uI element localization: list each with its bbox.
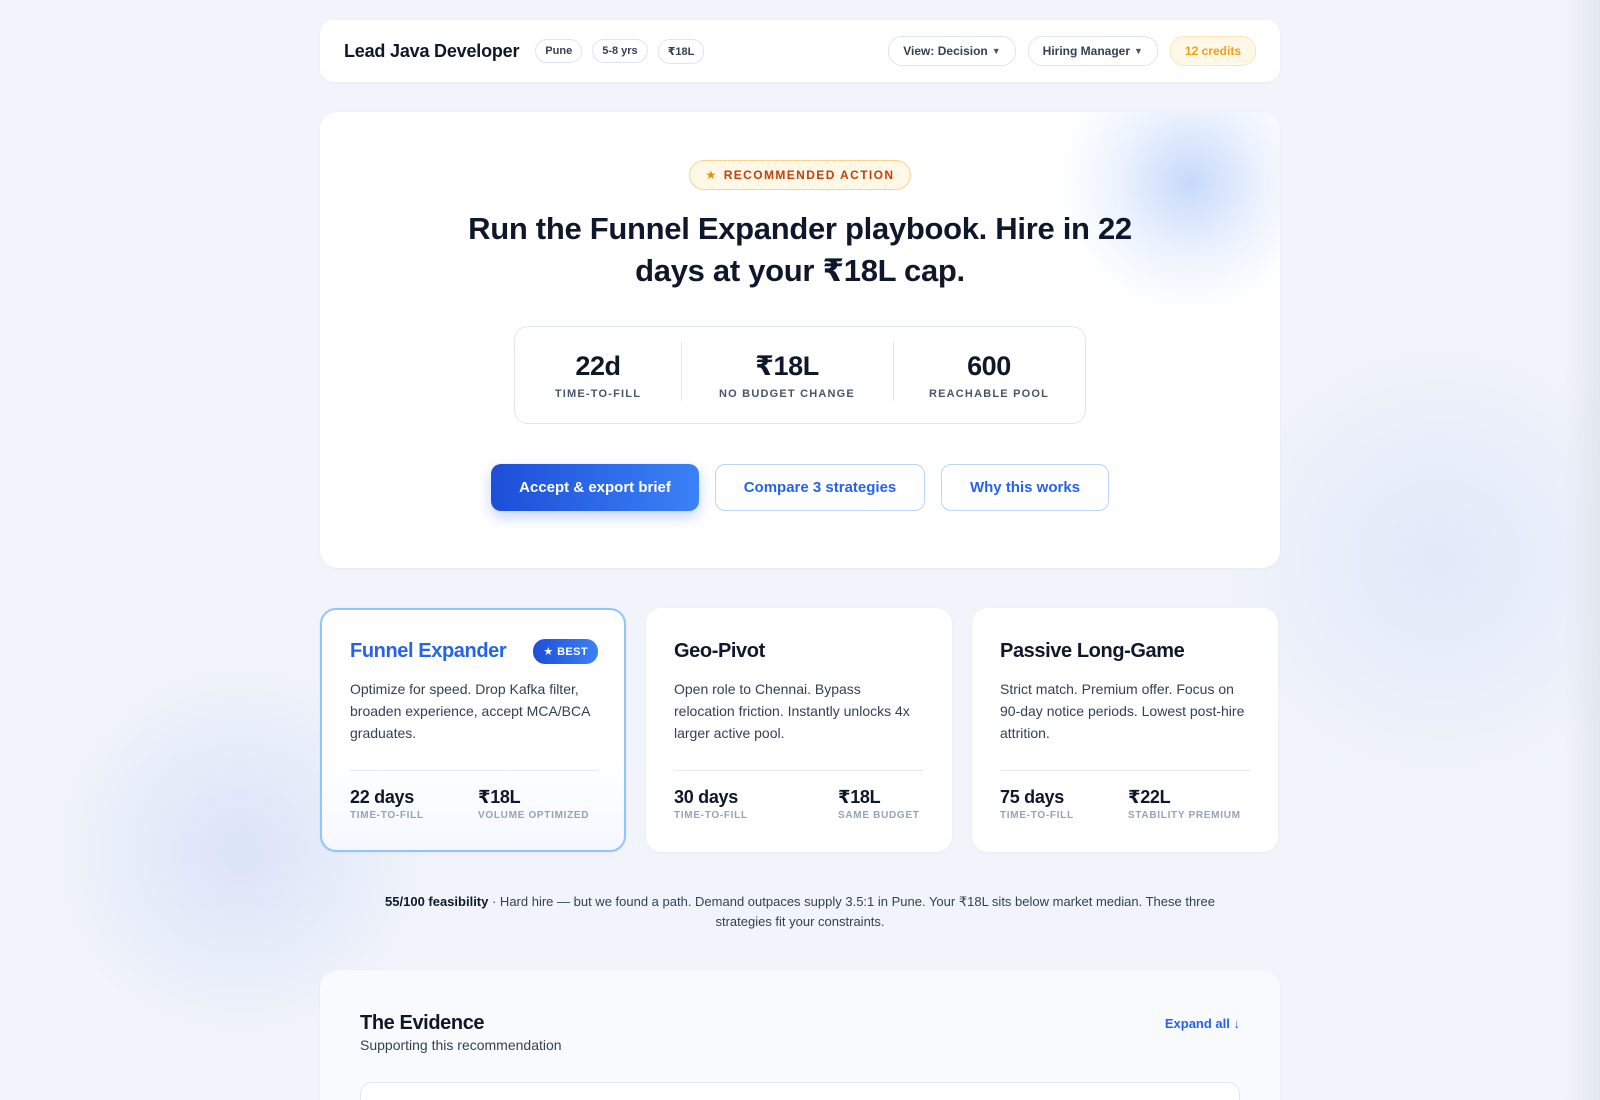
- star-icon: ★: [705, 168, 718, 182]
- stat-label: NO BUDGET CHANGE: [719, 387, 855, 400]
- key-stats: 22d TIME-TO-FILL ₹18L NO BUDGET CHANGE 6…: [514, 326, 1086, 424]
- recommendation-headline: Run the Funnel Expander playbook. Hire i…: [468, 211, 1132, 288]
- recommended-action-badge: ★ RECOMMENDED ACTION: [688, 160, 912, 190]
- job-title: Lead Java Developer: [344, 40, 520, 61]
- best-badge-label: BEST: [557, 645, 588, 658]
- metric-value: 30 days: [674, 787, 738, 807]
- scrollbar-shadow: [1564, 0, 1600, 1100]
- strategy-card-passive-long-game[interactable]: Passive Long-Game Strict match. Premium …: [972, 608, 1278, 852]
- strategy-card-geo-pivot[interactable]: Geo-Pivot Open role to Chennai. Bypass r…: [646, 608, 952, 852]
- recommendation-hero: ★ RECOMMENDED ACTION Run the Funnel Expa…: [320, 112, 1280, 568]
- view-dropdown[interactable]: View: Decision ▼: [888, 36, 1016, 66]
- divider: [1000, 770, 1250, 771]
- divider: [674, 770, 924, 771]
- metric-value: ₹18L: [838, 787, 881, 807]
- feasibility-score: 55/100 feasibility: [385, 894, 489, 909]
- top-bar: Lead Java Developer Pune 5-8 yrs ₹18L Vi…: [320, 20, 1280, 82]
- stat-value: ₹18L: [755, 350, 819, 381]
- stat-value: 600: [967, 350, 1011, 381]
- strategy-title: Geo-Pivot: [674, 639, 765, 662]
- stat-value: 22d: [575, 350, 621, 381]
- strategy-description: Optimize for speed. Drop Kafka filter, b…: [350, 681, 590, 741]
- why-this-works-button[interactable]: Why this works: [941, 464, 1109, 511]
- metric-value: 22 days: [350, 787, 414, 807]
- role-dropdown-label: Hiring Manager: [1042, 44, 1131, 58]
- stat-label: REACHABLE POOL: [928, 387, 1050, 400]
- feasibility-summary: 55/100 feasibility · Hard hire — but we …: [360, 892, 1240, 932]
- hero-actions: Accept & export brief Compare 3 strategi…: [320, 464, 1280, 511]
- accept-export-button[interactable]: Accept & export brief: [491, 464, 699, 511]
- metric-label: TIME-TO-FILL: [350, 810, 424, 821]
- role-dropdown[interactable]: Hiring Manager ▼: [1027, 36, 1158, 66]
- evidence-title: The Evidence: [360, 1012, 485, 1034]
- metric-label: STABILITY PREMIUM: [1128, 810, 1241, 821]
- metric-value: 75 days: [1000, 787, 1064, 807]
- star-icon: ★: [543, 645, 554, 658]
- expand-all-link[interactable]: Expand all ↓: [1165, 1016, 1240, 1031]
- metric-label: TIME-TO-FILL: [1000, 810, 1074, 821]
- best-badge: ★ BEST: [533, 638, 598, 664]
- strategy-card-funnel-expander[interactable]: Funnel Expander ★ BEST Optimize for spee…: [320, 608, 626, 852]
- recommended-action-label: RECOMMENDED ACTION: [723, 168, 895, 182]
- background-glow-right: [1230, 300, 1600, 820]
- stat-budget: ₹18L NO BUDGET CHANGE: [681, 340, 893, 401]
- experience-chip: 5-8 yrs: [592, 39, 648, 63]
- strategy-title: Funnel Expander: [350, 639, 507, 662]
- strategy-cards: Funnel Expander ★ BEST Optimize for spee…: [320, 608, 1280, 852]
- location-chip: Pune: [535, 39, 583, 63]
- metric-label: VOLUME OPTIMIZED: [478, 810, 590, 821]
- metric-label: TIME-TO-FILL: [674, 810, 748, 821]
- metric-label: SAME BUDGET: [838, 810, 920, 821]
- feasibility-text: · Hard hire — but we found a path. Deman…: [488, 894, 1215, 929]
- caret-down-icon: ▼: [1134, 46, 1143, 56]
- divider: [350, 770, 598, 771]
- evidence-panel[interactable]: [360, 1082, 1240, 1100]
- stat-reachable-pool: 600 REACHABLE POOL: [893, 340, 1085, 401]
- budget-chip: ₹18L: [657, 38, 705, 64]
- compare-strategies-button[interactable]: Compare 3 strategies: [715, 464, 925, 511]
- strategy-description: Strict match. Premium offer. Focus on 90…: [1000, 681, 1245, 741]
- stat-time-to-fill: 22d TIME-TO-FILL: [515, 351, 681, 400]
- page-container: Lead Java Developer Pune 5-8 yrs ₹18L Vi…: [320, 20, 1280, 1100]
- metric-value: ₹18L: [478, 787, 521, 807]
- stat-label: TIME-TO-FILL: [554, 387, 642, 400]
- caret-down-icon: ▼: [991, 46, 1001, 56]
- strategy-description: Open role to Chennai. Bypass relocation …: [674, 681, 910, 741]
- view-dropdown-label: View: Decision: [903, 44, 988, 58]
- credits-badge[interactable]: 12 credits: [1169, 36, 1256, 66]
- strategy-title: Passive Long-Game: [1000, 639, 1185, 662]
- evidence-subtitle: Supporting this recommendation: [360, 1037, 562, 1053]
- metric-value: ₹22L: [1128, 787, 1171, 807]
- evidence-section: The Evidence Supporting this recommendat…: [320, 970, 1280, 1100]
